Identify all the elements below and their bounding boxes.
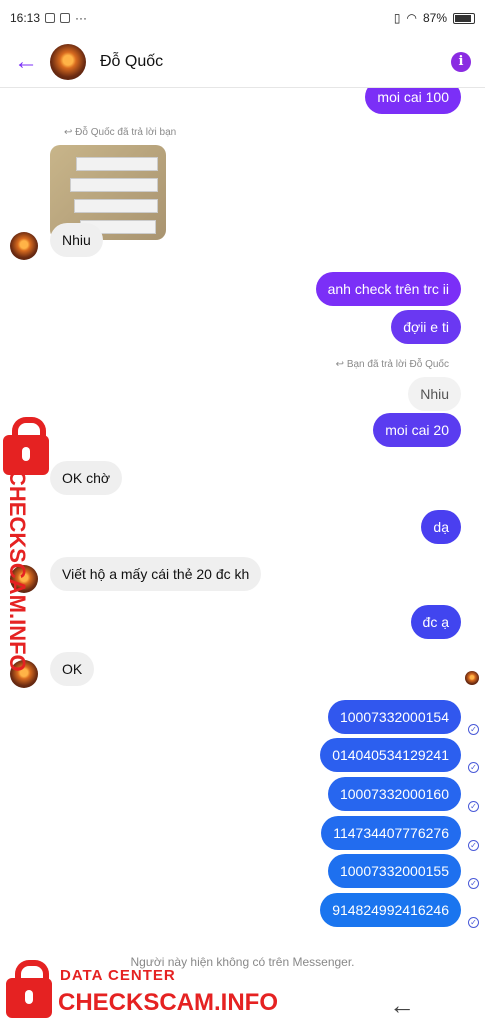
code-message[interactable]: 014040534129241 — [320, 738, 461, 772]
contact-name[interactable]: Đỗ Quốc — [100, 53, 163, 71]
app-notification-icon — [45, 13, 56, 23]
contact-avatar[interactable] — [50, 43, 86, 80]
message-received[interactable]: OK — [50, 652, 95, 686]
battery-icon — [453, 12, 475, 24]
watermark-vertical: CHECKSCAM.INFO — [5, 470, 30, 672]
reply-icon: ↩ — [335, 359, 347, 370]
card-image-part — [74, 199, 158, 213]
delivered-check-icon: ✓ — [468, 917, 479, 928]
delivered-check-icon: ✓ — [468, 801, 479, 812]
back-arrow-icon[interactable]: ← — [14, 48, 50, 76]
message-sent[interactable]: đc ạ — [410, 605, 461, 639]
message-received[interactable]: Viết hộ a mấy cái thẻ 20 đc kh — [50, 557, 262, 591]
wifi-icon: ◠ — [406, 11, 417, 25]
status-bar: 16:13 ··· ▯ ◠ 87% — [0, 0, 485, 36]
code-message[interactable]: 914824992416246 — [320, 893, 461, 927]
card-image-part — [70, 178, 158, 192]
message-received[interactable]: OK chờ — [50, 461, 123, 495]
more-notifications: ··· — [75, 11, 88, 25]
delivered-check-icon: ✓ — [468, 724, 479, 735]
battery-percent: 87% — [422, 11, 447, 25]
message-received[interactable]: Nhiu — [50, 223, 103, 257]
delivered-check-icon: ✓ — [468, 840, 479, 851]
card-image-part — [76, 157, 158, 171]
messenger-notification-icon — [60, 13, 71, 23]
info-icon[interactable]: i — [451, 51, 471, 72]
code-message[interactable]: 114734407776276 — [321, 816, 461, 850]
reply-indicator: ↩ Đỗ Quốc đã trả lời bạn — [64, 127, 177, 138]
message-sent[interactable]: moi cai 20 — [373, 413, 461, 447]
watermark-line2: CHECKSCAM.INFO — [58, 989, 278, 1016]
system-back-icon[interactable]: ← — [389, 990, 415, 1021]
delivered-check-icon: ✓ — [468, 762, 479, 773]
time: 16:13 — [10, 11, 41, 25]
message-sent[interactable]: đợii e ti — [391, 310, 461, 344]
watermark-lock-icon — [3, 417, 49, 475]
message-sent[interactable]: anh check trên trc ii — [315, 272, 461, 306]
reply-icon: ↩ — [64, 127, 76, 138]
contact-avatar-small — [10, 232, 38, 260]
watermark-line1: DATA CENTER — [60, 967, 176, 984]
reply-indicator: ↩ Bạn đã trả lời Đỗ Quốc — [335, 359, 449, 370]
delivered-check-icon: ✓ — [468, 878, 479, 889]
seen-avatar — [465, 671, 479, 685]
vibrate-icon: ▯ — [393, 11, 401, 25]
code-message[interactable]: 10007332000155 — [327, 854, 461, 888]
code-message[interactable]: 10007332000154 — [327, 700, 461, 734]
watermark-lock-icon — [6, 960, 52, 1018]
message-sent[interactable]: dạ — [421, 510, 461, 544]
chat-header: ← Đỗ Quốc i — [0, 36, 485, 88]
quoted-message: Nhiu — [408, 377, 461, 411]
code-message[interactable]: 10007332000160 — [327, 777, 461, 811]
